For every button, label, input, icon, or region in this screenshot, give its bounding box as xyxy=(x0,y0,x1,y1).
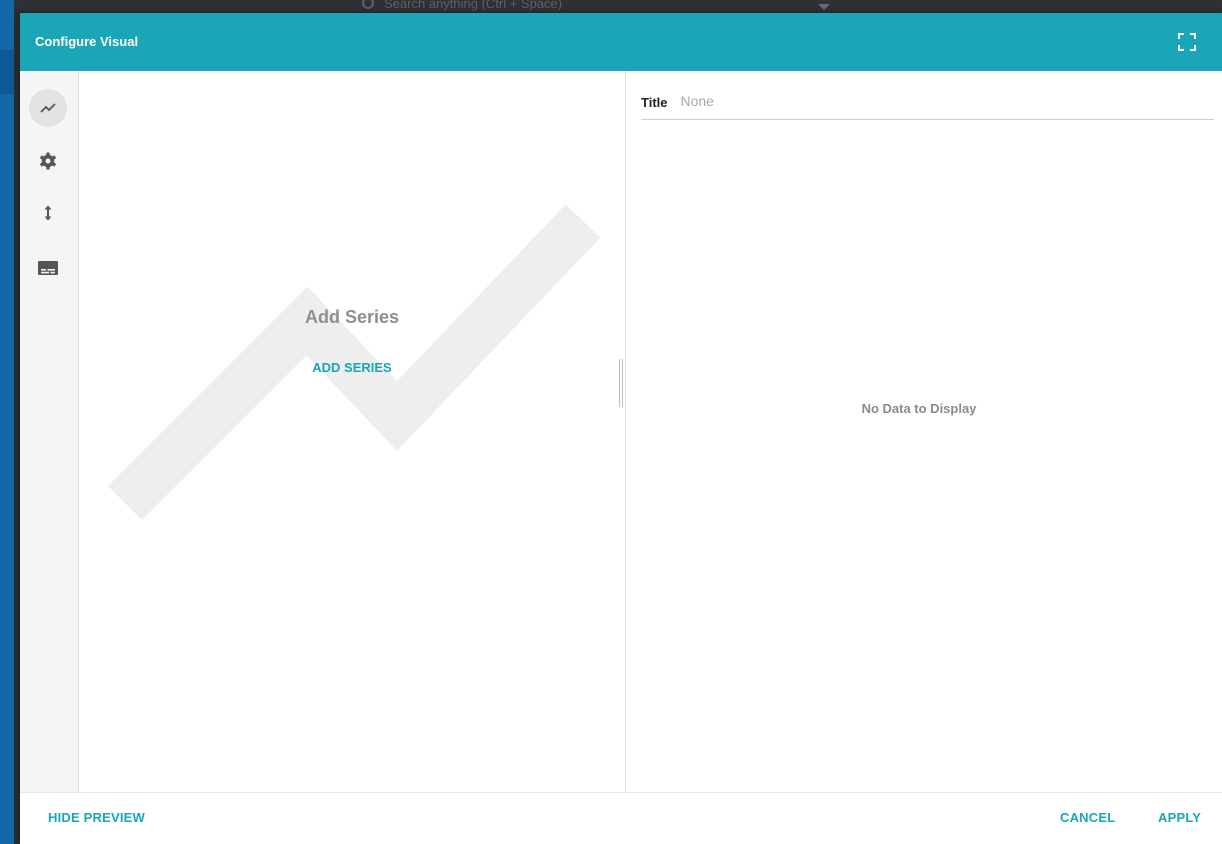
chevron-down-icon xyxy=(818,4,830,10)
line-chart-icon xyxy=(40,103,56,113)
vertical-arrows-icon xyxy=(44,205,52,221)
dialog-title: Configure Visual xyxy=(35,34,139,49)
configure-visual-dialog: Configure Visual Add Series ADD SERIES T… xyxy=(20,13,1222,844)
dialog-header: Configure Visual xyxy=(20,13,1222,71)
background-search: Search anything (Ctrl + Space) xyxy=(362,0,562,12)
background-sidebar-strip xyxy=(0,50,14,94)
subtitles-icon xyxy=(38,261,58,275)
line-chart-watermark-icon xyxy=(108,204,601,520)
search-icon xyxy=(362,0,374,9)
series-panel: Add Series ADD SERIES xyxy=(79,71,625,792)
dialog-footer: HIDE PREVIEW CANCEL APPLY xyxy=(20,792,1222,844)
no-data-message: No Data to Display xyxy=(861,401,977,416)
background-search-placeholder: Search anything (Ctrl + Space) xyxy=(384,0,563,11)
title-input[interactable] xyxy=(680,93,1161,109)
series-tab-button[interactable] xyxy=(29,89,67,127)
background-app-sidebar xyxy=(0,0,14,844)
fullscreen-icon xyxy=(1178,33,1196,51)
config-sidebar xyxy=(20,71,79,792)
settings-tab-button[interactable] xyxy=(29,142,67,180)
legend-tab-button[interactable] xyxy=(29,249,67,287)
axis-tab-button[interactable] xyxy=(29,194,67,232)
apply-button[interactable]: APPLY xyxy=(1158,810,1201,825)
title-label: Title xyxy=(641,95,668,110)
add-series-heading: Add Series xyxy=(304,307,400,327)
hide-preview-button[interactable]: HIDE PREVIEW xyxy=(48,810,145,825)
add-series-button[interactable]: ADD SERIES xyxy=(79,360,625,375)
panel-resize-handle[interactable] xyxy=(619,359,623,407)
preview-panel: Title No Data to Display xyxy=(626,71,1222,792)
fullscreen-button[interactable] xyxy=(1174,31,1200,53)
title-field: Title xyxy=(641,87,1214,120)
gear-icon xyxy=(40,152,56,170)
background-app-topbar xyxy=(14,0,1222,12)
cancel-button[interactable]: CANCEL xyxy=(1060,810,1115,825)
